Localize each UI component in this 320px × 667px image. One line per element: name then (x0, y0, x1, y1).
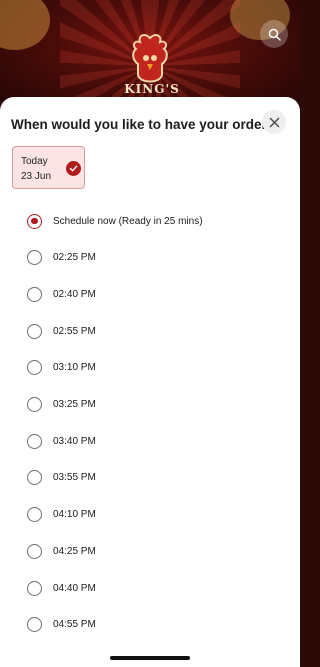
radio-button[interactable] (27, 397, 42, 412)
time-slot-label: 02:40 PM (53, 288, 96, 300)
date-chip-today[interactable]: Today 23 Jun (12, 146, 85, 189)
radio-button[interactable] (27, 250, 42, 266)
radio-button[interactable] (27, 470, 42, 486)
time-slot[interactable]: 04:10 PM (27, 505, 96, 525)
sheet-title: When would you like to have your order (11, 117, 267, 132)
time-slot[interactable]: 03:25 PM (27, 395, 96, 415)
time-slot[interactable]: 03:55 PM (27, 468, 96, 488)
time-slot-label: 04:25 PM (53, 545, 96, 557)
time-slot[interactable]: 02:40 PM (27, 284, 96, 304)
close-icon (269, 117, 279, 127)
date-chip-day: Today (21, 156, 48, 167)
time-slot[interactable]: 02:55 PM (27, 321, 96, 341)
food-image-left (0, 0, 50, 50)
time-slot-schedule-now[interactable]: Schedule now (Ready in 25 mins) (27, 211, 203, 231)
time-slot-label: 02:25 PM (53, 252, 96, 264)
time-slot[interactable]: 03:10 PM (27, 358, 96, 378)
radio-button[interactable] (27, 507, 42, 523)
search-icon (268, 28, 281, 41)
time-slot-label: 03:55 PM (53, 472, 96, 484)
radio-button[interactable] (27, 360, 42, 376)
radio-button[interactable] (27, 617, 42, 633)
radio-button[interactable] (27, 543, 42, 559)
time-slot-label: 04:40 PM (53, 582, 96, 594)
radio-button[interactable] (27, 323, 42, 339)
header-backdrop: KING'S (0, 0, 300, 110)
time-slot-label: 04:10 PM (53, 509, 96, 521)
time-slot-label: 03:40 PM (53, 435, 96, 447)
brand-logo-text: KING'S (124, 82, 180, 96)
time-slot[interactable]: 04:40 PM (27, 578, 96, 598)
search-button[interactable] (260, 20, 288, 48)
schedule-bottom-sheet: When would you like to have your order T… (0, 97, 300, 667)
time-slot-label: Schedule now (Ready in 25 mins) (53, 215, 203, 227)
time-slot[interactable]: 03:40 PM (27, 431, 96, 451)
radio-button[interactable] (27, 286, 42, 302)
radio-button[interactable] (27, 580, 42, 596)
radio-button[interactable] (27, 213, 42, 229)
time-slot[interactable]: 04:25 PM (27, 541, 96, 561)
date-chip-date: 23 Jun (21, 171, 52, 182)
check-icon (66, 161, 81, 176)
radio-button[interactable] (27, 433, 42, 449)
time-slot-label: 03:10 PM (53, 362, 96, 374)
close-button[interactable] (262, 110, 286, 134)
time-slot-label: 04:55 PM (53, 619, 96, 631)
time-slot[interactable]: 02:25 PM (27, 248, 96, 268)
time-slot-label: 02:55 PM (53, 325, 96, 337)
time-slot-label: 03:25 PM (53, 399, 96, 410)
home-indicator (110, 656, 190, 660)
time-slot[interactable]: 04:55 PM (27, 615, 96, 635)
